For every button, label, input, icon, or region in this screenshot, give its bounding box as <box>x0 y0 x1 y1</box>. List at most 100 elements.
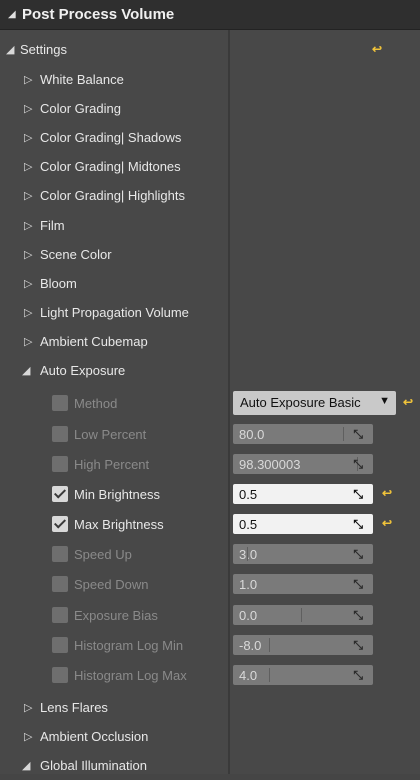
override-checkbox-checked[interactable] <box>52 516 68 532</box>
section-lens-flares[interactable]: ▷ Lens Flares <box>0 692 420 722</box>
section-scene-color[interactable]: ▷ Scene Color <box>0 239 420 269</box>
drag-handle-icon[interactable]: ⤡ <box>353 427 363 442</box>
drag-handle-icon[interactable]: ⤡ <box>353 638 363 653</box>
field-value: 98.300003 <box>239 456 301 472</box>
section-label: Auto Exposure <box>40 362 126 378</box>
section-label: Light Propagation Volume <box>40 304 189 320</box>
section-bloom[interactable]: ▷ Bloom <box>0 268 420 298</box>
section-label: Ambient Occlusion <box>40 728 149 744</box>
low-percent-field[interactable]: 80.0 ⤡ <box>233 424 373 444</box>
field-value: 0.5 <box>239 516 258 532</box>
section-auto-exposure[interactable]: ◢ Auto Exposure <box>0 355 420 385</box>
field-value: 0.5 <box>239 486 258 502</box>
field-value: 80.0 <box>239 426 265 442</box>
reset-to-default-icon[interactable]: ↩ <box>382 486 392 500</box>
section-label: Color Grading <box>40 100 121 116</box>
collapsed-arrow-icon[interactable]: ▷ <box>24 248 32 261</box>
override-checkbox[interactable] <box>52 667 68 683</box>
speed-up-field[interactable]: 3.0 ⤡ <box>233 544 373 564</box>
method-dropdown[interactable]: Auto Exposure Basic ▼ <box>233 391 396 415</box>
drag-handle-icon[interactable]: ⤡ <box>353 517 363 532</box>
drag-handle-icon[interactable]: ⤡ <box>353 457 363 472</box>
collapsed-arrow-icon[interactable]: ▷ <box>24 160 32 173</box>
histogram-log-max-field[interactable]: 4.0 ⤡ <box>233 665 373 685</box>
expanded-arrow-icon[interactable]: ◢ <box>6 43 14 56</box>
field-value: 0.0 <box>239 607 258 623</box>
drag-handle-icon[interactable]: ⤡ <box>353 577 363 592</box>
section-label: Ambient Cubemap <box>40 333 148 349</box>
drag-handle-icon[interactable]: ⤡ <box>353 547 363 562</box>
override-checkbox[interactable] <box>52 426 68 442</box>
drag-handle-icon[interactable]: ⤡ <box>353 487 363 502</box>
collapsed-arrow-icon[interactable]: ▷ <box>24 131 32 144</box>
expanded-arrow-icon[interactable]: ◢ <box>22 759 30 772</box>
reset-to-default-icon[interactable]: ↩ <box>372 42 382 56</box>
slider-fill-marker <box>301 608 302 622</box>
override-checkbox[interactable] <box>52 546 68 562</box>
property-label: Max Brightness <box>74 516 164 532</box>
max-brightness-field[interactable]: 0.5 ⤡ <box>233 514 373 534</box>
min-brightness-field[interactable]: 0.5 ⤡ <box>233 484 373 504</box>
property-speed-up: Speed Up 3.0 ⤡ <box>0 539 420 569</box>
slider-fill-marker <box>269 668 270 682</box>
override-checkbox[interactable] <box>52 607 68 623</box>
property-label: Speed Up <box>74 546 132 562</box>
field-value: 3.0 <box>239 546 258 562</box>
reset-to-default-icon[interactable]: ↩ <box>403 395 413 409</box>
field-value: -8.0 <box>239 637 262 653</box>
settings-category[interactable]: ◢ Settings ↩ <box>0 34 420 64</box>
section-label: Color Grading| Midtones <box>40 158 181 174</box>
collapsed-arrow-icon[interactable]: ▷ <box>24 73 32 86</box>
dropdown-value: Auto Exposure Basic <box>240 395 361 410</box>
settings-label: Settings <box>20 41 67 57</box>
exposure-bias-field[interactable]: 0.0 ⤡ <box>233 605 373 625</box>
section-light-propagation-volume[interactable]: ▷ Light Propagation Volume <box>0 297 420 327</box>
property-label: Min Brightness <box>74 486 160 502</box>
collapsed-arrow-icon[interactable]: ▷ <box>24 219 32 232</box>
slider-fill-marker <box>247 547 248 561</box>
section-color-grading-highlights[interactable]: ▷ Color Grading| Highlights <box>0 180 420 210</box>
section-global-illumination[interactable]: ◢ Global Illumination <box>0 750 420 780</box>
drag-handle-icon[interactable]: ⤡ <box>353 668 363 683</box>
section-ambient-cubemap[interactable]: ▷ Ambient Cubemap <box>0 326 420 356</box>
panel-header[interactable]: ◢ Post Process Volume <box>0 0 420 30</box>
slider-fill-marker <box>269 638 270 652</box>
section-white-balance[interactable]: ▷ White Balance <box>0 64 420 94</box>
drag-handle-icon[interactable]: ⤡ <box>353 608 363 623</box>
section-film[interactable]: ▷ Film <box>0 210 420 240</box>
collapsed-arrow-icon[interactable]: ▷ <box>24 277 32 290</box>
collapsed-arrow-icon[interactable]: ▷ <box>24 306 32 319</box>
field-value: 1.0 <box>239 576 258 592</box>
override-checkbox[interactable] <box>52 456 68 472</box>
property-label: Method <box>74 395 118 411</box>
override-checkbox-checked[interactable] <box>52 486 68 502</box>
override-checkbox[interactable] <box>52 637 68 653</box>
property-label: Speed Down <box>74 576 149 592</box>
property-label: Histogram Log Max <box>74 667 187 683</box>
section-color-grading[interactable]: ▷ Color Grading <box>0 93 420 123</box>
section-color-grading-midtones[interactable]: ▷ Color Grading| Midtones <box>0 151 420 181</box>
section-label: Lens Flares <box>40 699 108 715</box>
section-ambient-occlusion[interactable]: ▷ Ambient Occlusion <box>0 721 420 751</box>
collapsed-arrow-icon[interactable]: ▷ <box>24 189 32 202</box>
section-color-grading-shadows[interactable]: ▷ Color Grading| Shadows <box>0 122 420 152</box>
reset-to-default-icon[interactable]: ↩ <box>382 516 392 530</box>
property-high-percent: High Percent 98.300003 ⤡ <box>0 449 420 479</box>
override-checkbox[interactable] <box>52 576 68 592</box>
expanded-arrow-icon[interactable]: ◢ <box>8 9 20 20</box>
high-percent-field[interactable]: 98.300003 ⤡ <box>233 454 373 474</box>
histogram-log-min-field[interactable]: -8.0 ⤡ <box>233 635 373 655</box>
details-panel: ◢ Post Process Volume ◢ Settings ↩ ▷ Whi… <box>0 0 420 774</box>
property-low-percent: Low Percent 80.0 ⤡ <box>0 419 420 449</box>
speed-down-field[interactable]: 1.0 ⤡ <box>233 574 373 594</box>
section-label: Bloom <box>40 275 77 291</box>
expanded-arrow-icon[interactable]: ◢ <box>22 364 30 377</box>
collapsed-arrow-icon[interactable]: ▷ <box>24 701 32 714</box>
property-histogram-log-min: Histogram Log Min -8.0 ⤡ <box>0 630 420 660</box>
collapsed-arrow-icon[interactable]: ▷ <box>24 102 32 115</box>
override-checkbox[interactable] <box>52 395 68 411</box>
property-exposure-bias: Exposure Bias 0.0 ⤡ <box>0 600 420 630</box>
collapsed-arrow-icon[interactable]: ▷ <box>24 730 32 743</box>
collapsed-arrow-icon[interactable]: ▷ <box>24 335 32 348</box>
section-label: Global Illumination <box>40 757 147 773</box>
